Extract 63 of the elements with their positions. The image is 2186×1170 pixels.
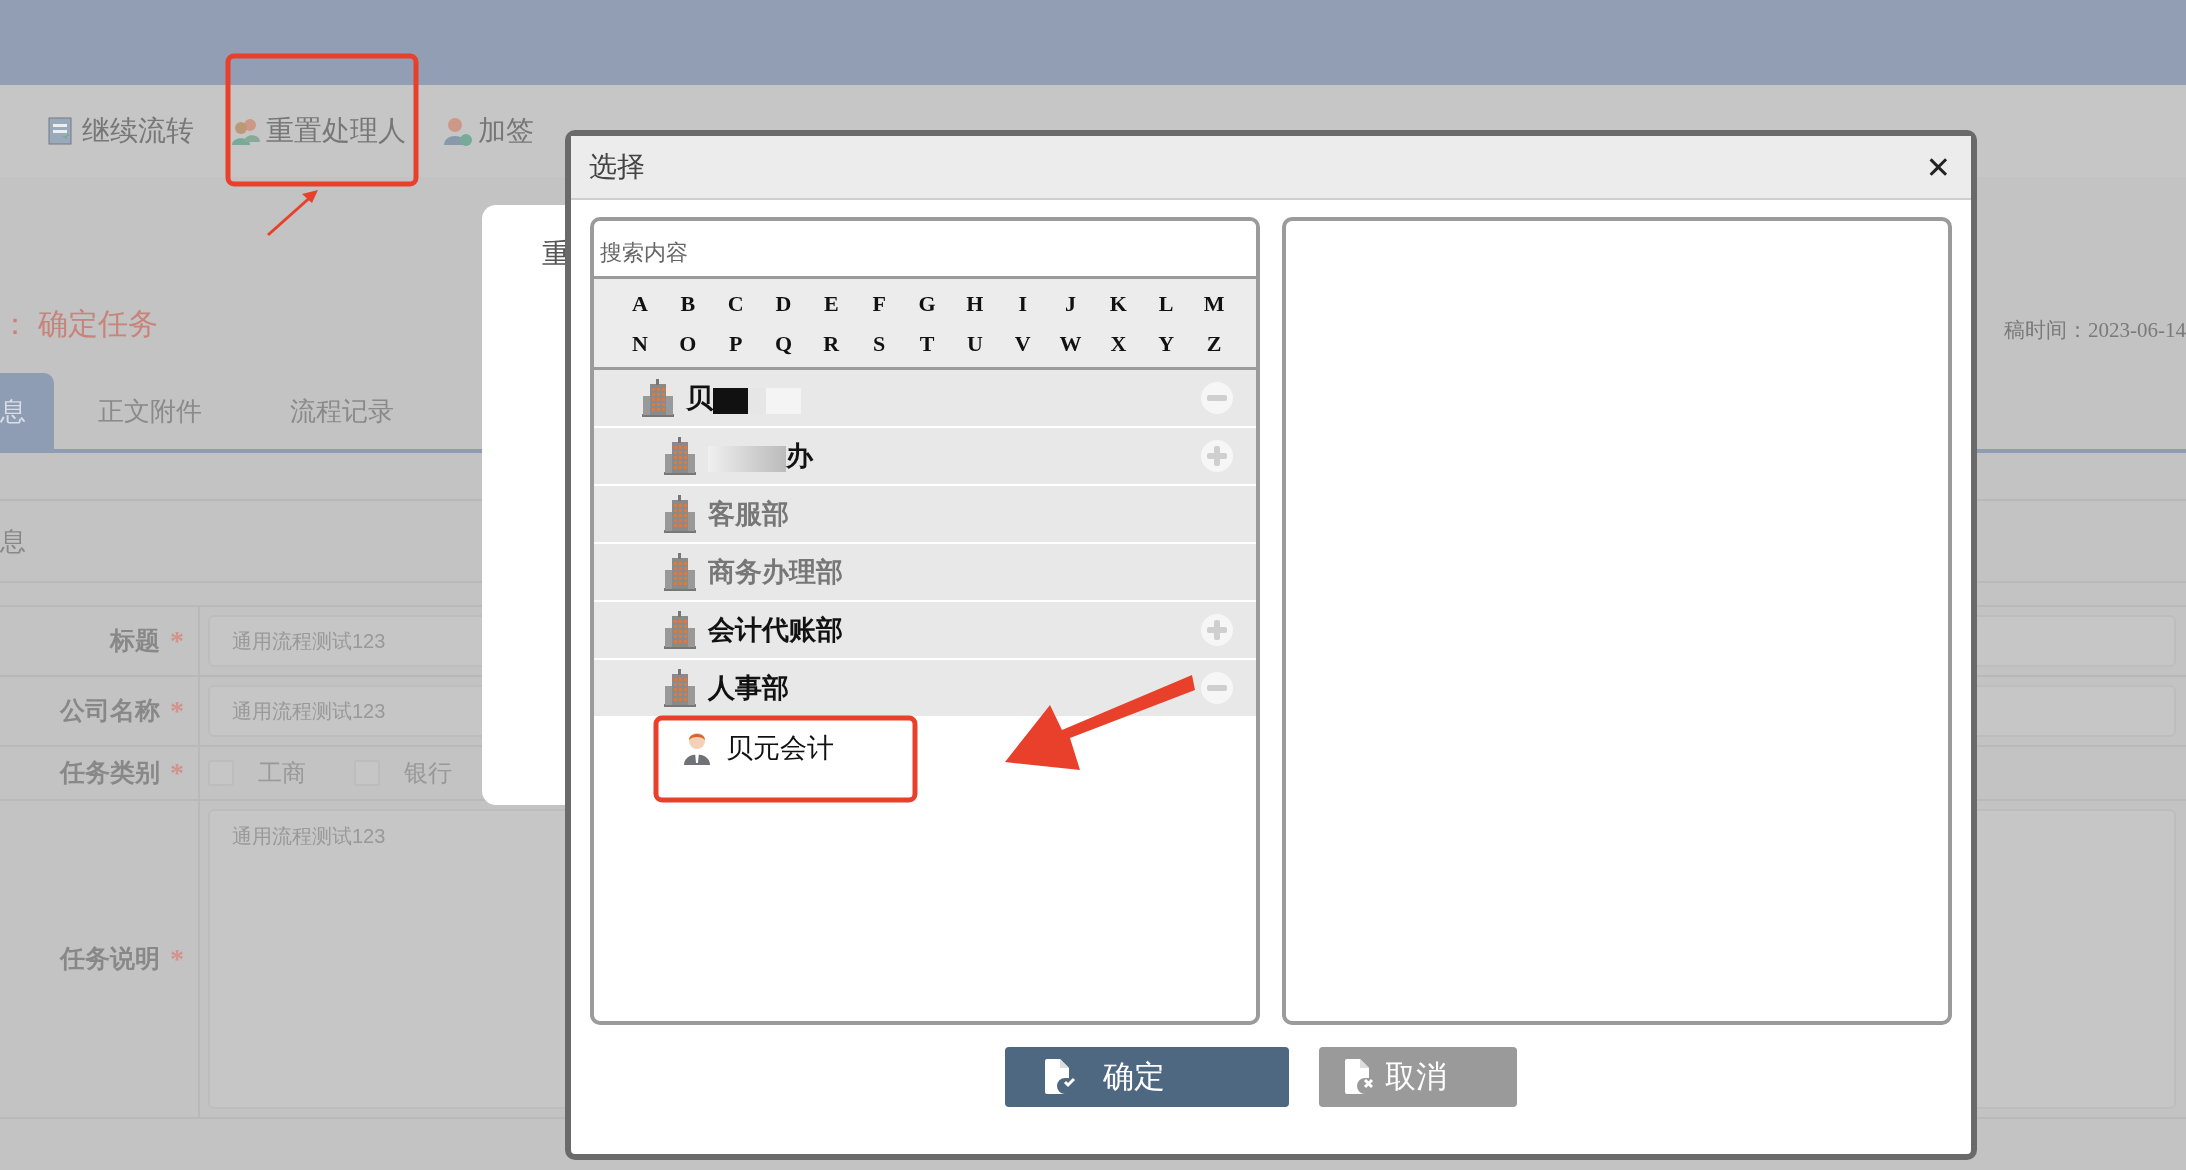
letter-filter[interactable]: K	[1094, 283, 1143, 323]
required-mark: *	[170, 694, 184, 728]
letter-filter[interactable]: D	[759, 283, 808, 323]
expand-icon[interactable]	[1200, 439, 1234, 473]
letter-filter[interactable]: Q	[759, 323, 808, 363]
letter-filter[interactable]: R	[807, 323, 856, 363]
field-label: 标题	[110, 626, 160, 657]
letter-filter[interactable]: L	[1142, 283, 1191, 323]
letter-filter[interactable]: I	[998, 283, 1047, 323]
letter-filter[interactable]: P	[711, 323, 760, 363]
field-label: 任务说明	[60, 944, 160, 975]
letter-filter[interactable]: B	[663, 283, 712, 323]
document-check-icon	[1043, 1058, 1077, 1096]
tree-item[interactable]: 人事部	[708, 667, 789, 709]
building-icon	[662, 436, 698, 476]
section-title: 息	[0, 524, 26, 558]
tree-item[interactable]: 客服部	[708, 493, 789, 535]
letter-filter[interactable]: Y	[1142, 323, 1191, 363]
close-button[interactable]: ✕	[1919, 144, 1957, 190]
field-label: 公司名称	[60, 696, 160, 727]
collapse-icon[interactable]	[1200, 671, 1234, 705]
letter-filter[interactable]: F	[855, 283, 904, 323]
letter-filter[interactable]: O	[663, 323, 712, 363]
expand-icon[interactable]	[1200, 613, 1234, 647]
page-title: ： 确定任务	[0, 306, 158, 342]
letter-filter[interactable]: M	[1190, 283, 1238, 323]
building-icon	[662, 494, 698, 534]
letter-filter[interactable]: E	[807, 283, 856, 323]
letter-filter[interactable]: W	[1046, 323, 1095, 363]
draft-time: 稿时间：2023-06-14	[2004, 317, 2186, 344]
search-field[interactable]: 搜索内容	[594, 221, 1256, 279]
required-mark: *	[170, 942, 184, 976]
letter-filter[interactable]: J	[1046, 283, 1095, 323]
field-label: 任务类别	[60, 758, 160, 789]
building-icon	[662, 552, 698, 592]
letter-filter[interactable]: S	[855, 323, 904, 363]
letter-filter[interactable]: X	[1094, 323, 1143, 363]
letter-filter[interactable]: N	[616, 323, 664, 363]
building-icon	[662, 668, 698, 708]
required-mark: *	[170, 624, 184, 658]
tree-item[interactable]: 商务办理部	[708, 551, 843, 593]
annotation-arrow	[267, 190, 318, 237]
letter-filter[interactable]: C	[711, 283, 760, 323]
tree-item[interactable]: 办	[708, 435, 813, 477]
building-icon	[640, 378, 676, 418]
tree-item[interactable]: 会计代账部	[708, 609, 843, 651]
tree-item[interactable]: 贝元会计	[726, 727, 834, 769]
letter-filter[interactable]: V	[998, 323, 1047, 363]
letter-filter[interactable]: Z	[1190, 323, 1238, 363]
building-icon	[662, 610, 698, 650]
people-icon	[230, 116, 260, 146]
person-add-icon	[442, 116, 472, 146]
dialog-title: 选择	[589, 150, 645, 184]
person-icon	[682, 731, 712, 765]
letter-filter[interactable]: T	[903, 323, 951, 363]
confirm-button[interactable]: 确定	[1005, 1047, 1289, 1107]
collapse-icon[interactable]	[1200, 381, 1234, 415]
tree-item[interactable]: 贝	[686, 377, 801, 419]
required-mark: *	[170, 756, 184, 790]
letter-filter[interactable]: U	[950, 323, 999, 363]
letter-filter[interactable]: G	[903, 283, 951, 323]
letter-filter[interactable]: A	[616, 283, 664, 323]
letter-filter[interactable]: H	[950, 283, 999, 323]
